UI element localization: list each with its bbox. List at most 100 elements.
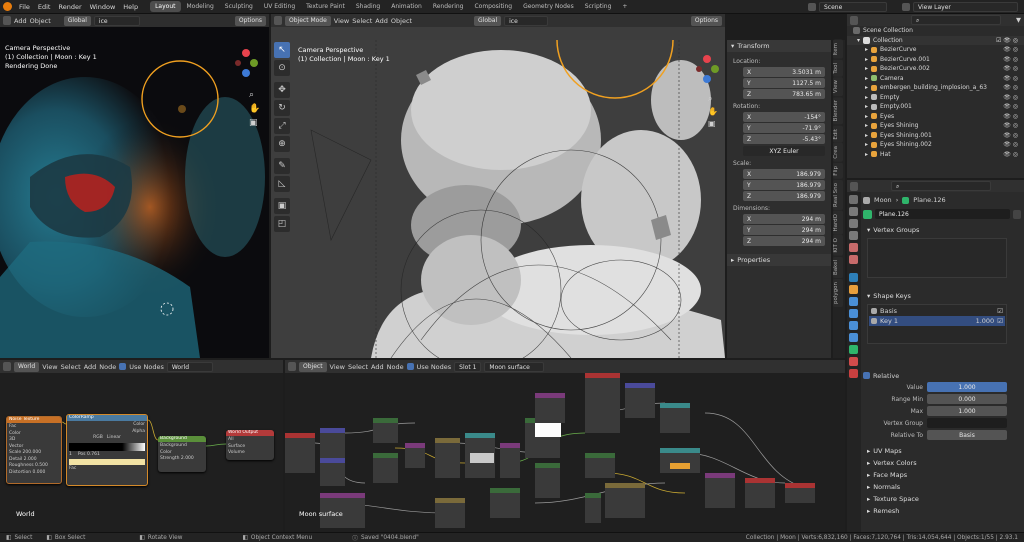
- checkbox-icon[interactable]: ☑: [997, 317, 1003, 325]
- sidebar-tab[interactable]: Edit: [833, 125, 843, 143]
- collapsed-section[interactable]: ▸ Remesh: [863, 505, 1021, 517]
- outliner-scene-collection[interactable]: Scene Collection: [847, 26, 1024, 36]
- sidebar-tab[interactable]: View: [833, 77, 843, 97]
- transform-tool-icon[interactable]: ⊕: [274, 136, 290, 152]
- camera-view-icon[interactable]: ▣: [249, 118, 260, 128]
- location-y-field[interactable]: Y 1127.5 m: [743, 78, 825, 88]
- view-layer-field[interactable]: View Layer: [913, 2, 1018, 12]
- vertex-groups-header[interactable]: ▾ Vertex Groups: [863, 224, 1021, 236]
- blender-logo-icon[interactable]: [3, 2, 12, 11]
- tab-modeling[interactable]: Modeling: [182, 1, 219, 12]
- add-workspace-button[interactable]: +: [617, 1, 632, 12]
- visibility-icons[interactable]: 👁 ◎: [1003, 103, 1018, 110]
- orientation-dropdown[interactable]: Global: [63, 15, 91, 26]
- chevron-right-icon[interactable]: ▸: [865, 75, 868, 82]
- menu-help[interactable]: Help: [119, 0, 142, 14]
- shader-menu-view[interactable]: View: [330, 363, 345, 371]
- chevron-right-icon[interactable]: ▸: [865, 132, 868, 139]
- viewport-options-button[interactable]: Options: [690, 15, 722, 26]
- sidebar-tab[interactable]: Tool: [833, 59, 843, 77]
- collapsed-section[interactable]: ▸ Face Maps: [863, 469, 1021, 481]
- material-field[interactable]: Moon surface: [484, 361, 545, 372]
- location-z-field[interactable]: Z 783.65 m: [743, 89, 825, 99]
- render-menu-object[interactable]: Object: [30, 17, 51, 25]
- main-3d-viewport[interactable]: Object Mode View Select Add Object Globa…: [271, 14, 725, 358]
- sidebar-tab[interactable]: Item: [833, 40, 843, 59]
- visibility-icons[interactable]: 👁 ◎: [1003, 56, 1018, 63]
- shape-key-1-value[interactable]: 1.000: [976, 317, 995, 325]
- camera-view-icon[interactable]: ▣: [708, 119, 718, 128]
- sidebar-tab[interactable]: Crea: [833, 143, 843, 162]
- dimensions-y-field[interactable]: Y 294 m: [743, 225, 825, 235]
- object-tab-icon[interactable]: [849, 285, 858, 294]
- checkbox-visibility-icon[interactable]: ☑ 👁 ◎: [996, 37, 1018, 44]
- collapsed-section[interactable]: ▸ Texture Space: [863, 493, 1021, 505]
- visibility-icons[interactable]: 👁 ◎: [1003, 151, 1018, 158]
- sidebar-tab[interactable]: KIT O: [833, 235, 843, 256]
- outliner-item[interactable]: ▸ Eyes 👁 ◎: [847, 112, 1024, 122]
- shape-key-1[interactable]: Key 1 1.000 ☑: [869, 316, 1005, 326]
- editor-type-icon[interactable]: [288, 362, 296, 371]
- render-menu-add[interactable]: Add: [14, 17, 27, 25]
- tab-geometry-nodes[interactable]: Geometry Nodes: [518, 1, 579, 12]
- viewport-search-input[interactable]: ice: [504, 15, 549, 26]
- sidebar-tab[interactable]: Bakel: [833, 256, 843, 278]
- tab-shading[interactable]: Shading: [351, 1, 385, 12]
- tab-rendering[interactable]: Rendering: [428, 1, 469, 12]
- zoom-icon[interactable]: ⌕: [249, 90, 260, 100]
- outliner-item[interactable]: ▸ Eyes Shining.001 👁 ◎: [847, 131, 1024, 141]
- outliner-item[interactable]: ▸ BezierCurve.001 👁 ◎: [847, 55, 1024, 65]
- view-layer-tab-icon[interactable]: [849, 231, 858, 240]
- sidebar-tab[interactable]: Flip: [833, 163, 843, 179]
- viewport-menu-select[interactable]: Select: [352, 17, 372, 25]
- menu-file[interactable]: File: [15, 0, 34, 14]
- properties-search-input[interactable]: ⌕: [891, 181, 991, 191]
- sidebar-tab[interactable]: Real Sno: [833, 179, 843, 210]
- setting-field[interactable]: 1.000: [927, 406, 1007, 416]
- collapsed-section[interactable]: ▸ Vertex Colors: [863, 457, 1021, 469]
- rotation-y-field[interactable]: Y -71.9°: [743, 123, 825, 133]
- object-data-tab-icon[interactable]: [849, 345, 858, 354]
- menu-edit[interactable]: Edit: [34, 0, 55, 14]
- menu-render[interactable]: Render: [54, 0, 85, 14]
- transform-panel-header[interactable]: ▾ Transform: [727, 40, 831, 52]
- outliner-item[interactable]: ▸ Empty 👁 ◎: [847, 93, 1024, 103]
- dimensions-x-field[interactable]: X 294 m: [743, 214, 825, 224]
- chevron-right-icon[interactable]: ▸: [865, 103, 868, 110]
- tab-sculpting[interactable]: Sculpting: [220, 1, 258, 12]
- visibility-icons[interactable]: 👁 ◎: [1003, 75, 1018, 82]
- visibility-icons[interactable]: 👁 ◎: [1003, 84, 1018, 91]
- slot-dropdown[interactable]: Slot 1: [454, 361, 482, 372]
- world-node-editor[interactable]: World View Select Add Node Use Nodes Wor…: [0, 360, 283, 532]
- extra-tool-icon[interactable]: ◰: [274, 216, 290, 232]
- tab-layout[interactable]: Layout: [150, 1, 181, 12]
- physics-tab-icon[interactable]: [849, 321, 858, 330]
- orientation-dropdown[interactable]: Global: [474, 15, 502, 26]
- rotation-z-field[interactable]: Z -5.43°: [743, 134, 825, 144]
- material-tab-icon[interactable]: [849, 357, 858, 366]
- render-search-input[interactable]: ice: [93, 15, 140, 26]
- collapsed-section[interactable]: ▸ Normals: [863, 481, 1021, 493]
- shader-node-editor[interactable]: Object View Select Add Node Use Nodes Sl…: [285, 360, 845, 532]
- zoom-icon[interactable]: ⌕: [708, 94, 718, 104]
- scene-tab-icon[interactable]: [849, 243, 858, 252]
- outliner-item[interactable]: ▸ Hat 👁 ◎: [847, 150, 1024, 160]
- shader-menu-node[interactable]: Node: [387, 363, 404, 371]
- filter-icon[interactable]: ▼: [1016, 16, 1021, 24]
- output-tab-icon[interactable]: [849, 219, 858, 228]
- add-cube-tool-icon[interactable]: ▣: [274, 198, 290, 214]
- visibility-icons[interactable]: 👁 ◎: [1003, 94, 1018, 101]
- dimensions-z-field[interactable]: Z 294 m: [743, 236, 825, 246]
- render-viewport[interactable]: Add Object Global ice Options Camera Per…: [0, 14, 269, 358]
- shader-menu-add[interactable]: Add: [371, 363, 384, 371]
- viewport-navigation-gizmo[interactable]: [693, 54, 721, 84]
- constraints-tab-icon[interactable]: [849, 333, 858, 342]
- outliner-item[interactable]: ▸ Empty.001 👁 ◎: [847, 102, 1024, 112]
- render-tab-icon[interactable]: [849, 207, 858, 216]
- outliner-search-input[interactable]: ⌕: [911, 15, 1001, 25]
- visibility-icons[interactable]: 👁 ◎: [1003, 113, 1018, 120]
- move-tool-icon[interactable]: ✥: [274, 82, 290, 98]
- chevron-right-icon[interactable]: ▸: [865, 122, 868, 129]
- rotation-mode-dropdown[interactable]: XYZ Euler: [743, 146, 825, 156]
- mode-dropdown[interactable]: Object Mode: [285, 15, 331, 26]
